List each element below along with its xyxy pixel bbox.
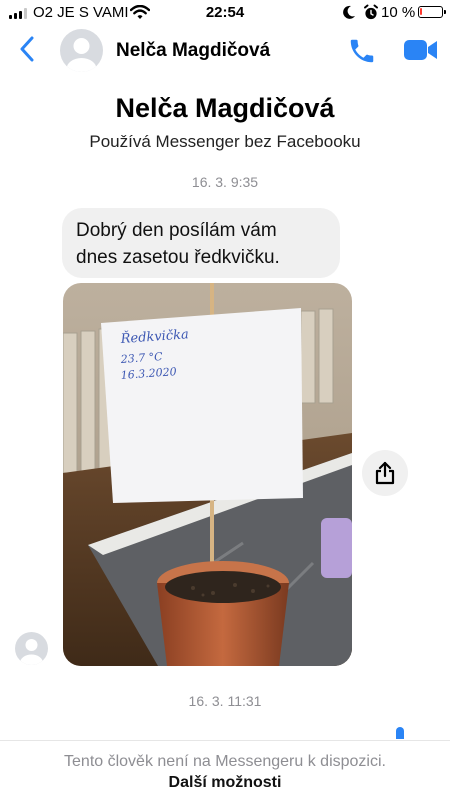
profile-subtitle: Používá Messenger bez Facebooku <box>89 132 361 151</box>
avatar <box>15 632 48 665</box>
contact-name[interactable]: Nelča Magdičová <box>116 40 270 62</box>
battery-icon <box>418 6 446 18</box>
share-icon <box>375 461 395 485</box>
unavailable-notice: Tento člověk není na Messengeru k dispoz… <box>64 753 386 770</box>
outgoing-message-edge <box>396 727 404 739</box>
message-line: Dobrý den posílám vám <box>76 220 277 241</box>
status-bar: O2 JE S VAMI 22:54 10 % <box>0 0 450 26</box>
video-camera-icon[interactable] <box>404 39 438 66</box>
share-button[interactable] <box>362 450 408 496</box>
message-line: dnes zasetou ředkvičku. <box>76 247 280 268</box>
message-bubble[interactable]: Dobrý den posílám vám dnes zasetou ředkv… <box>62 208 340 278</box>
more-options-link[interactable]: Další možnosti <box>0 774 450 792</box>
alarm-icon <box>363 4 379 25</box>
message-timestamp: 16. 3. 11:31 <box>188 693 262 709</box>
battery-percentage: 10 % <box>381 4 416 21</box>
avatar[interactable] <box>60 29 103 72</box>
photo-attachment[interactable]: Ředkvička 23.7 °C 16.3.2020 <box>63 283 352 666</box>
unavailable-footer: Tento člověk není na Messengeru k dispoz… <box>0 740 450 801</box>
phone-icon[interactable] <box>347 36 377 71</box>
moon-icon <box>342 4 356 24</box>
conversation-header: Nelča Magdičová <box>0 26 450 76</box>
back-chevron-icon[interactable] <box>20 36 34 67</box>
message-timestamp: 16. 3. 9:35 <box>191 174 259 190</box>
profile-name: Nelča Magdičová <box>115 93 335 123</box>
